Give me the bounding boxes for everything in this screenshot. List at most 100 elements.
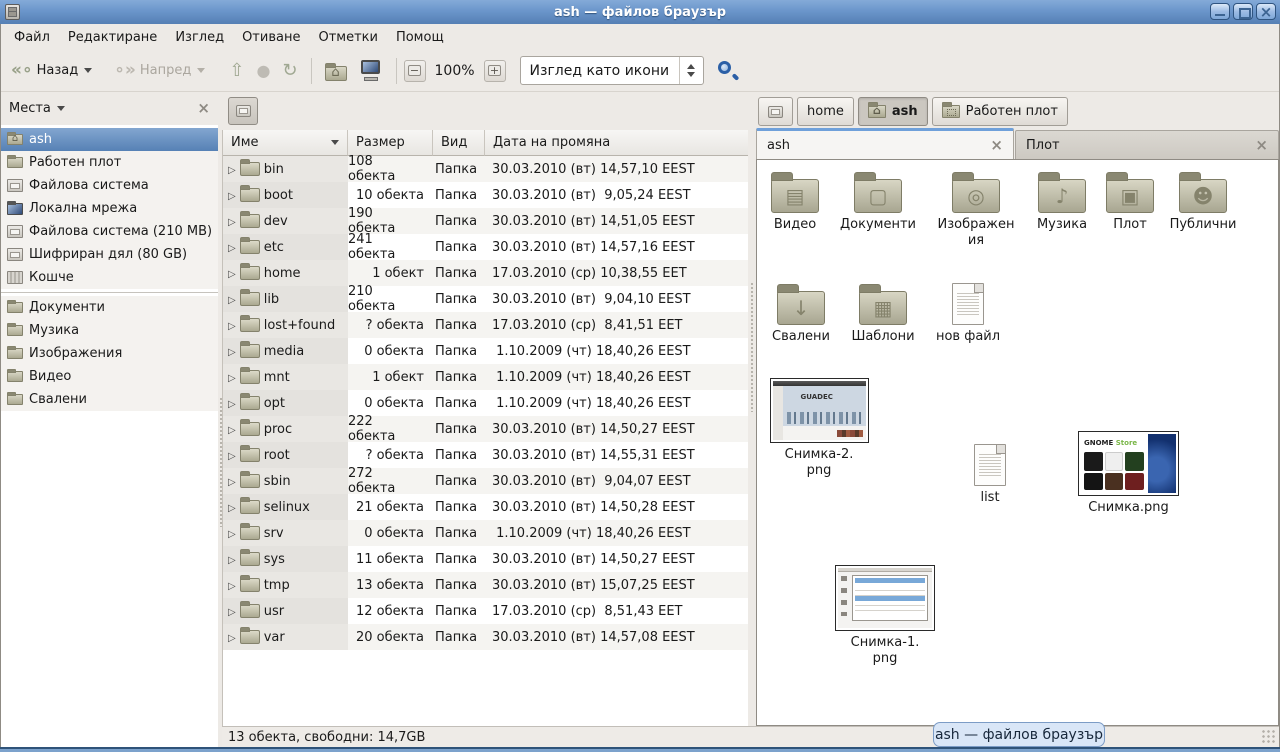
sidebar-place-item[interactable]: ash — [1, 128, 218, 151]
column-header-size[interactable]: Размер — [348, 130, 433, 156]
table-row[interactable]: root ? обекта Папка 30.03.2010 (вт) 14,5… — [223, 442, 748, 468]
sidebar-place-item[interactable]: Файлова система (210 MB) — [1, 220, 218, 243]
folder-item[interactable]: ▤ Видео — [757, 171, 833, 233]
table-row[interactable]: mnt 1 обект Папка 1.10.2009 (чт) 18,40,2… — [223, 364, 748, 390]
file-list[interactable]: list — [952, 444, 1028, 506]
view-mode-select[interactable]: Изглед като икони — [520, 56, 704, 85]
expander-icon[interactable] — [228, 292, 236, 307]
table-row[interactable]: dev 190 обекта Папка 30.03.2010 (вт) 14,… — [223, 208, 748, 234]
folder-item[interactable]: ◎ Изображен ия — [938, 171, 1014, 249]
tab-desktop[interactable]: Плот × — [1015, 130, 1279, 159]
table-row[interactable]: proc 222 обекта Папка 30.03.2010 (вт) 14… — [223, 416, 748, 442]
sidebar-place-item[interactable]: Видео — [1, 365, 218, 388]
menu-item[interactable]: Отиване — [233, 26, 309, 49]
expander-icon[interactable] — [228, 214, 236, 229]
column-header-name[interactable]: Име — [223, 130, 348, 156]
expander-icon[interactable] — [228, 318, 236, 333]
maximize-button[interactable] — [1233, 3, 1253, 20]
pathbar-desktop-button[interactable]: Работен плот — [932, 97, 1068, 126]
menu-item[interactable]: Помощ — [387, 26, 453, 49]
tab-ash[interactable]: ash × — [756, 128, 1014, 159]
table-row[interactable]: usr 12 обекта Папка 17.03.2010 (ср) 8,51… — [223, 598, 748, 624]
back-button[interactable]: «∘ Назад — [5, 58, 98, 83]
up-button[interactable]: ⇧ — [223, 58, 250, 84]
menu-item[interactable]: Отметки — [309, 26, 386, 49]
expander-icon[interactable] — [228, 474, 236, 489]
tab-close-icon[interactable]: × — [1255, 138, 1268, 153]
sidebar-place-item[interactable]: Музика — [1, 319, 218, 342]
expander-icon[interactable] — [228, 396, 236, 411]
table-row[interactable]: selinux 21 обекта Папка 30.03.2010 (вт) … — [223, 494, 748, 520]
image-file-snimka1[interactable]: Снимка-1. png — [835, 565, 935, 667]
table-row[interactable]: tmp 13 обекта Папка 30.03.2010 (вт) 15,0… — [223, 572, 748, 598]
expander-icon[interactable] — [228, 188, 236, 203]
expander-icon[interactable] — [228, 448, 236, 463]
sidebar-close-icon[interactable]: × — [197, 101, 210, 116]
stop-button[interactable]: ● — [250, 59, 276, 83]
table-row[interactable]: lib 210 обекта Папка 30.03.2010 (вт) 9,0… — [223, 286, 748, 312]
table-row[interactable]: media 0 обекта Папка 1.10.2009 (чт) 18,4… — [223, 338, 748, 364]
table-row[interactable]: opt 0 обекта Папка 1.10.2009 (чт) 18,40,… — [223, 390, 748, 416]
column-header-kind[interactable]: Вид — [433, 130, 485, 156]
folder-item[interactable]: ☻ Публични — [1165, 171, 1241, 233]
pathbar-ash-button[interactable]: ash — [858, 97, 928, 126]
expander-icon[interactable] — [228, 422, 236, 437]
sidebar-mode-caret-icon[interactable] — [57, 106, 65, 111]
sidebar-place-item[interactable]: Свалени — [1, 388, 218, 411]
column-header-date[interactable]: Дата на промяна — [485, 130, 748, 156]
expander-icon[interactable] — [228, 552, 236, 567]
folder-item[interactable]: ▣ Плот — [1092, 171, 1168, 233]
expander-icon[interactable] — [228, 266, 236, 281]
table-row[interactable]: boot 10 обекта Папка 30.03.2010 (вт) 9,0… — [223, 182, 748, 208]
pathbar-root-button[interactable] — [758, 97, 793, 126]
folder-item[interactable]: ▢ Документи — [840, 171, 916, 233]
expander-icon[interactable] — [228, 500, 236, 515]
menu-item[interactable]: Изглед — [166, 26, 233, 49]
home-button[interactable] — [319, 57, 353, 85]
computer-button[interactable] — [353, 56, 389, 86]
image-file-snimka[interactable]: GNOME Store Снимка.png — [1078, 431, 1179, 516]
folder-item[interactable]: ♪ Музика — [1024, 171, 1100, 233]
tab-close-icon[interactable]: × — [990, 138, 1003, 153]
expander-icon[interactable] — [228, 578, 236, 593]
taskbar-window-button[interactable]: ash — файлов браузър — [933, 722, 1105, 747]
sidebar-place-item[interactable]: Изображения — [1, 342, 218, 365]
sidebar-place-item[interactable]: Работен плот — [1, 151, 218, 174]
sidebar-place-item[interactable]: Шифриран дял (80 GB) — [1, 243, 218, 266]
expander-icon[interactable] — [228, 526, 236, 541]
table-row[interactable]: srv 0 обекта Папка 1.10.2009 (чт) 18,40,… — [223, 520, 748, 546]
icon-grid[interactable]: ▤ Видео ▢ Документи ◎ Изображен ия — [756, 159, 1279, 726]
folder-item[interactable]: ↓ Свалени — [763, 283, 839, 345]
resize-grip[interactable] — [1261, 729, 1277, 745]
sidebar-place-item[interactable]: Локална мрежа — [1, 197, 218, 220]
menu-item[interactable]: Редактиране — [59, 26, 166, 49]
pathbar-home-button[interactable]: home — [797, 97, 854, 126]
view-mode-spinner-icon[interactable] — [679, 57, 703, 84]
expander-icon[interactable] — [228, 344, 236, 359]
back-history-caret-icon[interactable] — [84, 68, 92, 73]
expander-icon[interactable] — [228, 630, 236, 645]
menu-item[interactable]: Файл — [5, 26, 59, 49]
table-row[interactable]: sys 11 обекта Папка 30.03.2010 (вт) 14,5… — [223, 546, 748, 572]
table-row[interactable]: lost+found ? обекта Папка 17.03.2010 (ср… — [223, 312, 748, 338]
image-file-snimka2[interactable]: GUADEC Снимка-2. png — [769, 378, 869, 479]
close-button[interactable] — [1256, 3, 1276, 20]
zoom-in-button[interactable]: + — [484, 60, 506, 82]
sidebar-place-item[interactable]: Кошче — [1, 266, 218, 289]
expander-icon[interactable] — [228, 162, 236, 177]
table-row[interactable]: var 20 обекта Папка 30.03.2010 (вт) 14,5… — [223, 624, 748, 650]
table-row[interactable]: sbin 272 обекта Папка 30.03.2010 (вт) 9,… — [223, 468, 748, 494]
expander-icon[interactable] — [228, 370, 236, 385]
table-row[interactable]: home 1 обект Папка 17.03.2010 (ср) 10,38… — [223, 260, 748, 286]
search-button[interactable] — [716, 59, 740, 83]
expander-icon[interactable] — [228, 604, 236, 619]
reload-button[interactable]: ↻ — [276, 58, 303, 84]
filesystem-path-button[interactable] — [228, 97, 258, 125]
pane-splitter[interactable] — [748, 92, 756, 747]
minimize-button[interactable] — [1210, 3, 1230, 20]
sidebar-title[interactable]: Места — [9, 101, 51, 116]
table-row[interactable]: bin 108 обекта Папка 30.03.2010 (вт) 14,… — [223, 156, 748, 182]
sidebar-place-item[interactable]: Файлова система — [1, 174, 218, 197]
folder-item[interactable]: нов файл — [930, 283, 1006, 345]
forward-button[interactable]: ∘» Напред — [108, 58, 211, 83]
